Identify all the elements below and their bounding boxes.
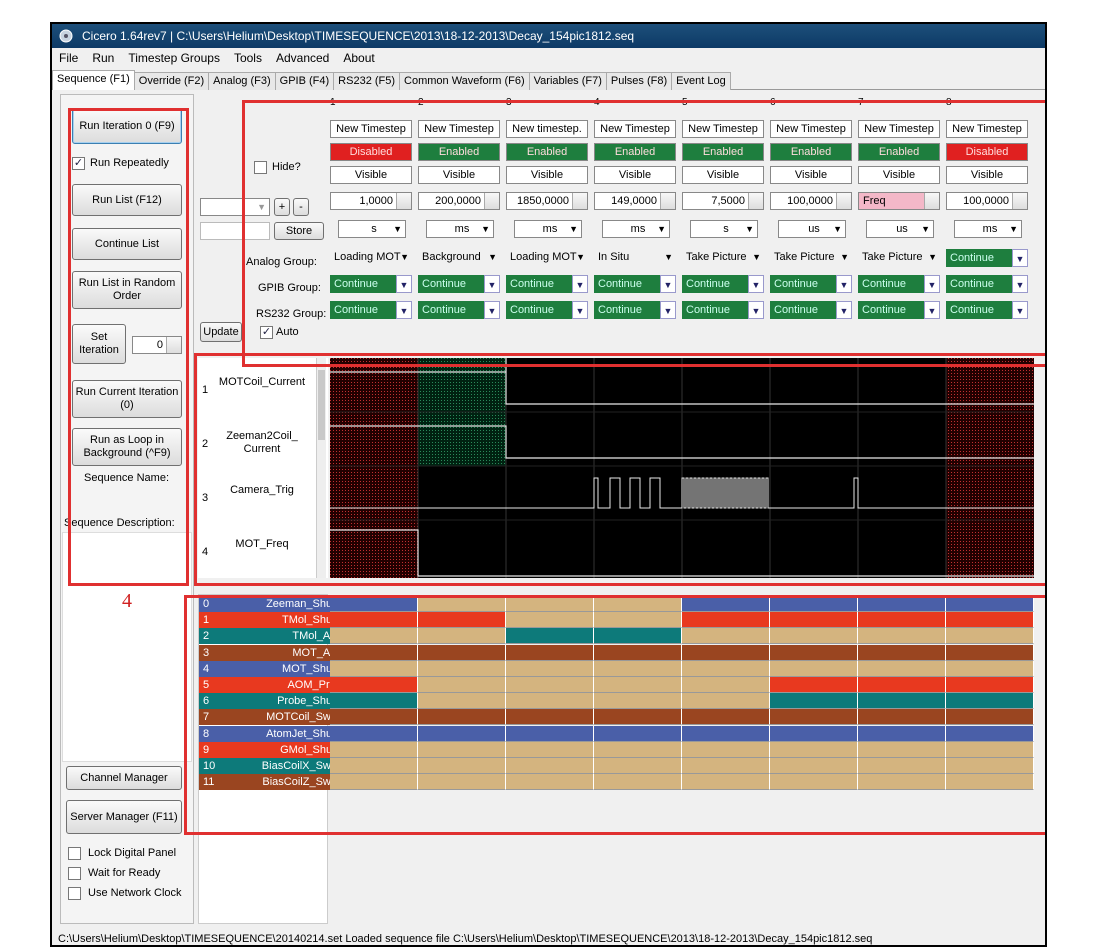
tab-variables[interactable]: Variables (F7) — [528, 72, 607, 90]
tab-sequence[interactable]: Sequence (F1) — [52, 70, 135, 90]
menu-run[interactable]: Run — [85, 48, 121, 65]
menu-about[interactable]: About — [336, 48, 381, 65]
menu-tools[interactable]: Tools — [227, 48, 269, 65]
tab-event-log[interactable]: Event Log — [671, 72, 731, 90]
tab-bar: Sequence (F1) Override (F2) Analog (F3) GPI… — [52, 70, 1045, 90]
app-icon — [59, 29, 73, 43]
wait-ready-checkbox[interactable] — [68, 867, 81, 880]
network-clock-checkbox[interactable] — [68, 887, 81, 900]
menu-timestep-groups[interactable]: Timestep Groups — [121, 48, 227, 65]
tab-rs232[interactable]: RS232 (F5) — [333, 72, 401, 90]
annotation-label-4: 4 — [122, 590, 132, 612]
tab-pulses[interactable]: Pulses (F8) — [605, 72, 673, 90]
status-bar-text: C:\Users\Helium\Desktop\TIMESEQUENCE\201… — [58, 933, 873, 945]
title-bar: Cicero 1.64rev7 | C:\Users\Helium\Deskto… — [52, 24, 1045, 48]
menu-file[interactable]: File — [52, 48, 85, 65]
network-clock-label: Use Network Clock — [88, 887, 182, 899]
lock-digital-checkbox[interactable] — [68, 847, 81, 860]
tab-gpib[interactable]: GPIB (F4) — [274, 72, 335, 90]
lock-digital-label: Lock Digital Panel — [88, 847, 177, 859]
wait-ready-label: Wait for Ready — [88, 867, 161, 879]
cicero-window: Cicero 1.64rev7 | C:\Users\Helium\Deskto… — [50, 22, 1047, 947]
menu-advanced[interactable]: Advanced — [269, 48, 336, 65]
tab-analog[interactable]: Analog (F3) — [208, 72, 276, 90]
annotation-box-4 — [68, 108, 189, 586]
update-button[interactable]: Update — [200, 322, 242, 342]
annotation-box-1 — [242, 100, 1045, 367]
annotation-box-2 — [194, 353, 1045, 586]
window-title: Cicero 1.64rev7 | C:\Users\Helium\Deskto… — [82, 29, 635, 43]
channel-manager-button[interactable]: Channel Manager — [66, 766, 182, 790]
server-manager-button[interactable]: Server Manager (F11) — [66, 800, 182, 834]
tab-common-waveform[interactable]: Common Waveform (F6) — [399, 72, 530, 90]
tab-override[interactable]: Override (F2) — [133, 72, 210, 90]
annotation-box-3 — [184, 595, 1045, 835]
menu-bar: File Run Timestep Groups Tools Advanced About — [52, 48, 1045, 68]
